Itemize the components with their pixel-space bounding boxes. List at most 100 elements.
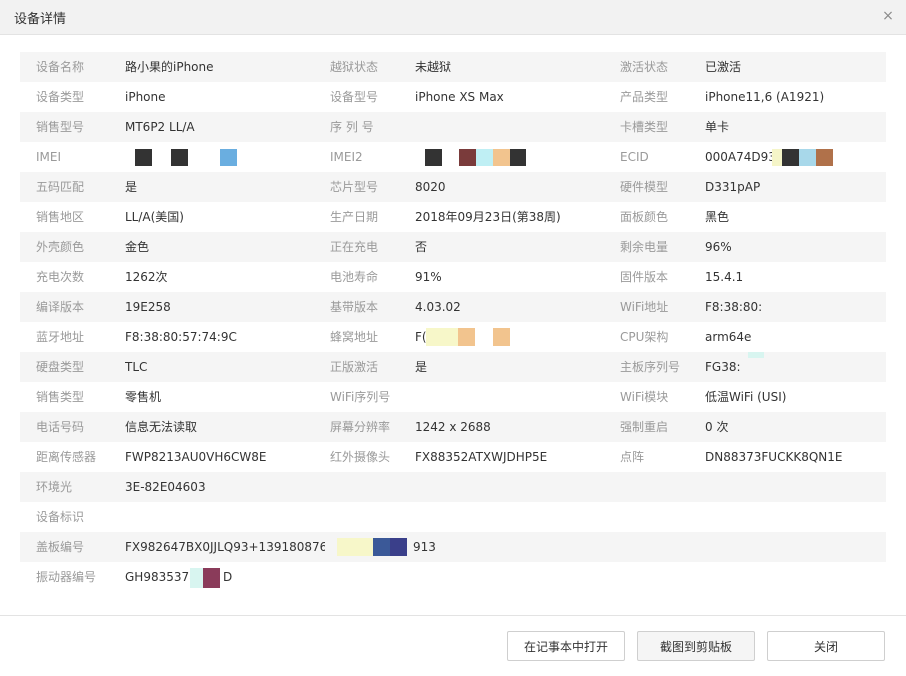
info-row: 环境光 3E-82E04603 [20, 472, 886, 502]
field-value [415, 382, 615, 412]
field-value: 1242 x 2688 [415, 420, 491, 434]
redaction-block [390, 538, 407, 556]
field-label: 强制重启 [620, 420, 669, 434]
field-label: WiFi序列号 [330, 390, 391, 404]
info-row: 销售型号 MT6P2 LL/A 序 列 号 卡槽类型 单卡 [20, 112, 886, 142]
field-value: 4.03.02 [415, 300, 461, 314]
field-value: F8:38:80: [705, 300, 763, 314]
field-label: ECID [620, 150, 649, 164]
field-value: 零售机 [125, 390, 162, 404]
redaction-block [493, 328, 510, 346]
field-value: FX88352ATXWJDHP5E [415, 450, 548, 464]
field-value: arm64e [705, 330, 752, 344]
field-value: iPhone XS Max [415, 90, 504, 104]
field-label: 蓝牙地址 [36, 330, 85, 344]
field-value: 金色 [125, 240, 150, 254]
field-label: 设备标识 [36, 510, 85, 524]
field-value: 8020 [415, 180, 446, 194]
field-value: FWP8213AU0VH6CW8E [125, 450, 267, 464]
info-row: 充电次数 1262次 电池寿命 91% 固件版本 15.4.1 [20, 262, 886, 292]
field-value: 1262次 [125, 270, 168, 284]
field-label: 正在充电 [330, 240, 379, 254]
redaction-block [337, 538, 373, 556]
redaction-block [220, 149, 237, 166]
info-row: 设备类型 iPhone 设备型号 iPhone XS Max 产品类型 iPhone11,… [20, 82, 886, 112]
redaction-block [799, 149, 816, 166]
field-label: 硬件模型 [620, 180, 669, 194]
field-value: 96% [705, 240, 732, 254]
field-value: 3E-82E04603 [125, 480, 206, 494]
field-value: 91% [415, 270, 442, 284]
redaction-block [425, 149, 442, 166]
field-label: 设备类型 [36, 90, 85, 104]
field-label: 基带版本 [330, 300, 379, 314]
field-label: 序 列 号 [330, 120, 374, 134]
info-row: 振动器编号 GH98353787 D [20, 562, 886, 592]
field-label: 主板序列号 [620, 360, 681, 374]
field-value: 信息无法读取 [125, 420, 198, 434]
info-row: 蓝牙地址 F8:38:80:57:74:9C 蜂窝地址 F(CPU架构 arm64e [20, 322, 886, 352]
dialog-footer: 在记事本中打开 截图到剪贴板 关闭 [0, 615, 906, 676]
redaction-block [510, 149, 526, 166]
field-label: 卡槽类型 [620, 120, 669, 134]
field-value-suffix: D [223, 570, 233, 584]
field-label: 环境光 [36, 480, 73, 494]
field-label: 充电次数 [36, 270, 85, 284]
info-row: 硬盘类型 TLC 正版激活 是 主板序列号 FG38: [20, 352, 886, 382]
field-value: 未越狱 [415, 60, 452, 74]
field-label: 红外摄像头 [330, 450, 391, 464]
field-label: WiFi地址 [620, 300, 669, 314]
field-label: 产品类型 [620, 90, 669, 104]
field-label: 振动器编号 [36, 570, 97, 584]
field-value: 0 次 [705, 420, 729, 434]
field-label: IMEI [36, 150, 62, 164]
info-row: 设备标识 [20, 502, 886, 532]
open-in-notepad-button[interactable]: 在记事本中打开 [507, 631, 625, 661]
info-row: 距离传感器 FWP8213AU0VH6CW8E 红外摄像头 FX88352ATXWJD… [20, 442, 886, 472]
redaction-block [772, 149, 782, 166]
field-label: 电话号码 [36, 420, 85, 434]
field-value: MT6P2 LL/A [125, 120, 195, 134]
field-label: 蜂窝地址 [330, 330, 379, 344]
redaction-block [171, 149, 188, 166]
field-value: 2018年09月23日(第38周) [415, 210, 561, 224]
field-label: CPU架构 [620, 330, 669, 344]
field-value: 15.4.1 [705, 270, 744, 284]
info-row: IMEI IMEI2 ECID 000A74D93 [20, 142, 886, 172]
info-row: 编译版本 19E258 基带版本 4.03.02 WiFi地址 F8:38:80: [20, 292, 886, 322]
field-label: 生产日期 [330, 210, 379, 224]
field-value [125, 502, 325, 532]
close-icon[interactable]: × [880, 6, 896, 26]
field-label: WiFi模块 [620, 390, 669, 404]
redaction-block [373, 538, 390, 556]
field-label: 设备型号 [330, 90, 379, 104]
info-row: 外壳颜色 金色 正在充电 否 剩余电量 96% [20, 232, 886, 262]
field-value: TLC [125, 360, 148, 374]
field-value: iPhone [125, 90, 166, 104]
field-value: 单卡 [705, 120, 730, 134]
redaction-block [458, 328, 475, 346]
field-value: 已激活 [705, 60, 742, 74]
screenshot-to-clipboard-button[interactable]: 截图到剪贴板 [637, 631, 755, 661]
field-value: 低温WiFi (USI) [705, 390, 787, 404]
field-label: 距离传感器 [36, 450, 97, 464]
dialog-titlebar: 设备详情 × [0, 0, 906, 35]
redaction-block [476, 149, 493, 166]
field-value: D331pAP [705, 180, 761, 194]
info-row: 盖板编号 FX982647BX0JJLQ93+13918087699 913 [20, 532, 886, 562]
close-button[interactable]: 关闭 [767, 631, 885, 661]
redaction-block [190, 568, 203, 588]
redaction-block [135, 149, 152, 166]
info-row: 销售地区 LL/A(美国) 生产日期 2018年09月23日(第38周) 面板颜色 黑色 [20, 202, 886, 232]
info-row: 销售类型 零售机 WiFi序列号 WiFi模块 低温WiFi (USI) [20, 382, 886, 412]
field-label: 销售类型 [36, 390, 85, 404]
field-label: 点阵 [620, 450, 645, 464]
field-label: 五码匹配 [36, 180, 85, 194]
field-label: 编译版本 [36, 300, 85, 314]
field-label: IMEI2 [330, 150, 363, 164]
device-info-grid: 设备名称 路小果的iPhone 越狱状态 未越狱 激活状态 已激活 设备类型 iPhone 设备… [20, 52, 886, 592]
field-label: 外壳颜色 [36, 240, 85, 254]
redaction-block [782, 149, 799, 166]
field-value: FG38: [705, 360, 741, 374]
field-label: 屏幕分辨率 [330, 420, 391, 434]
